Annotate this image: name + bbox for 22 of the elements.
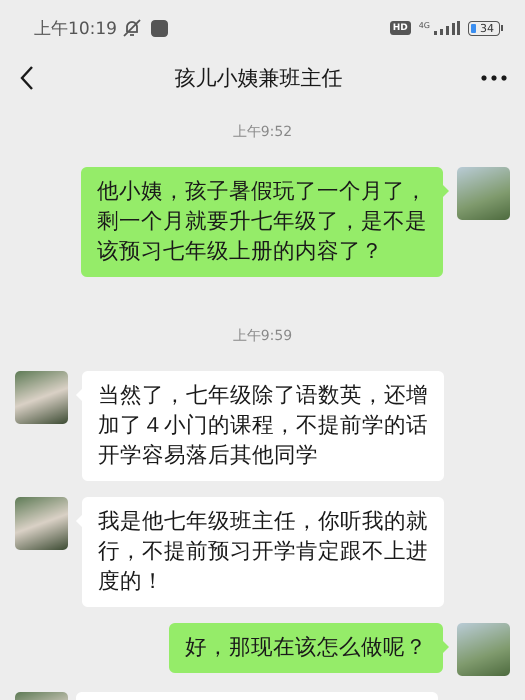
signal-icon [432, 21, 460, 35]
avatar [457, 623, 510, 676]
notification-icon [151, 20, 168, 36]
incoming-message: 我是他七年级班主任，你听我的就行，不提前预习开学肯定跟不上进度的！ [82, 497, 444, 607]
back-icon[interactable] [18, 64, 36, 92]
muted-bell-icon [121, 18, 143, 38]
chat-title: 孩儿小姨兼班主任 [174, 65, 344, 92]
timestamp: 上午9:52 [232, 123, 292, 141]
avatar [15, 371, 68, 424]
avatar [15, 497, 68, 550]
outgoing-message: 他小姨，孩子暑假玩了一个月了，剩一个月就要升七年级了，是不是该预习七年级上册的内容了？ [81, 167, 443, 277]
status-time: 上午10:19 [34, 18, 117, 40]
outgoing-message: 好，那现在该怎么做呢？ [169, 623, 443, 673]
network-label: 4G [418, 21, 430, 30]
bubble-tail [443, 641, 449, 653]
more-icon[interactable] [481, 75, 507, 81]
avatar [457, 167, 510, 220]
hd-badge: HD [390, 21, 411, 35]
battery-icon: 34 [468, 20, 500, 36]
bubble-tail [443, 185, 449, 197]
timestamp: 上午9:59 [232, 327, 292, 345]
incoming-message: 当然了，七年级除了语数英，还增加了４小门的课程，不提前学的话开学容易落后其他同学 [82, 371, 444, 481]
